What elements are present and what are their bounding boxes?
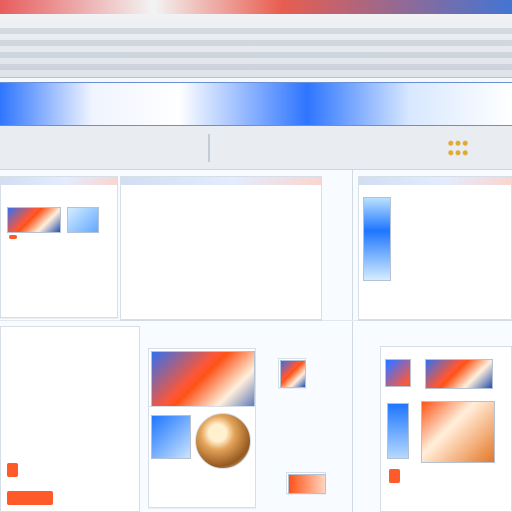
column-divider (352, 170, 353, 512)
bottom-left-chip[interactable] (7, 491, 53, 505)
nav-item-3[interactable] (150, 95, 300, 111)
title-line (0, 64, 512, 70)
right-bottom-thumb-1[interactable] (385, 359, 411, 387)
right-top-text (393, 195, 503, 286)
media-image-2a[interactable] (151, 415, 191, 459)
panel-header-strip (1, 177, 117, 185)
right-bottom-thumb-2[interactable] (425, 359, 493, 389)
right-top-line (393, 260, 503, 273)
media-card-2[interactable] (148, 406, 256, 508)
small-chip-1[interactable] (286, 472, 326, 494)
nav-item-2[interactable] (115, 95, 141, 111)
right-top-line (393, 247, 503, 260)
nav-item-1[interactable] (6, 95, 106, 111)
center-top-line (129, 299, 313, 312)
center-top-line (129, 260, 313, 273)
panel-bottom-left (0, 326, 140, 512)
media-image-2b[interactable] (195, 413, 251, 469)
left-top-line (9, 294, 109, 307)
title-area (0, 14, 512, 78)
small-thumb-image-1[interactable] (280, 360, 306, 388)
bottom-left-line (9, 337, 131, 350)
left-top-chip[interactable] (9, 235, 17, 239)
right-top-line (393, 234, 503, 247)
panel-left-top (0, 176, 118, 318)
right-top-vertical-image[interactable] (363, 197, 391, 281)
nav-item-5[interactable] (420, 95, 510, 111)
page-root (0, 0, 512, 512)
panel-right-top (358, 176, 512, 320)
center-top-line (129, 234, 313, 247)
content-area (0, 170, 512, 512)
right-top-line (393, 221, 503, 234)
bottom-left-line (9, 402, 131, 415)
small-thumb-1[interactable] (278, 358, 306, 388)
panel-header-strip (359, 177, 511, 185)
title-line (0, 52, 512, 58)
panel-center-top (120, 176, 322, 320)
bottom-left-line (9, 376, 131, 389)
top-color-bar (0, 0, 512, 14)
center-top-text (129, 195, 313, 312)
left-top-text (9, 255, 109, 320)
left-top-line (9, 281, 109, 294)
bottom-left-chip[interactable] (7, 463, 18, 477)
nav-item-4[interactable] (380, 95, 420, 111)
center-top-line (129, 221, 313, 234)
section-divider (0, 320, 512, 321)
right-bottom-thumb-3[interactable] (387, 403, 409, 459)
left-top-line (9, 307, 109, 320)
left-top-line (9, 268, 109, 281)
grid-icon[interactable] (446, 136, 470, 160)
center-top-line (129, 247, 313, 260)
bottom-left-line (9, 363, 131, 376)
right-bottom-chip[interactable] (389, 469, 400, 483)
toolbar-separator (208, 134, 210, 162)
panel-right-bottom (380, 346, 512, 512)
center-top-line (129, 273, 313, 286)
bottom-left-line (9, 350, 131, 363)
left-top-image[interactable] (7, 207, 61, 233)
right-top-line (393, 273, 503, 286)
right-top-line (393, 208, 503, 221)
right-bottom-thumb-4[interactable] (421, 401, 495, 463)
main-navigation (0, 82, 512, 126)
toolbar (0, 126, 512, 170)
left-top-image-small[interactable] (67, 207, 99, 233)
center-top-line (129, 286, 313, 299)
left-top-line (9, 255, 109, 268)
bottom-left-text (9, 337, 131, 415)
right-top-line (393, 195, 503, 208)
title-line (0, 28, 512, 34)
small-chip-image-1[interactable] (288, 474, 326, 494)
title-line (0, 40, 512, 46)
center-top-line (129, 195, 313, 208)
center-top-line (129, 208, 313, 221)
panel-header-strip (121, 177, 321, 185)
bottom-left-line (9, 389, 131, 402)
